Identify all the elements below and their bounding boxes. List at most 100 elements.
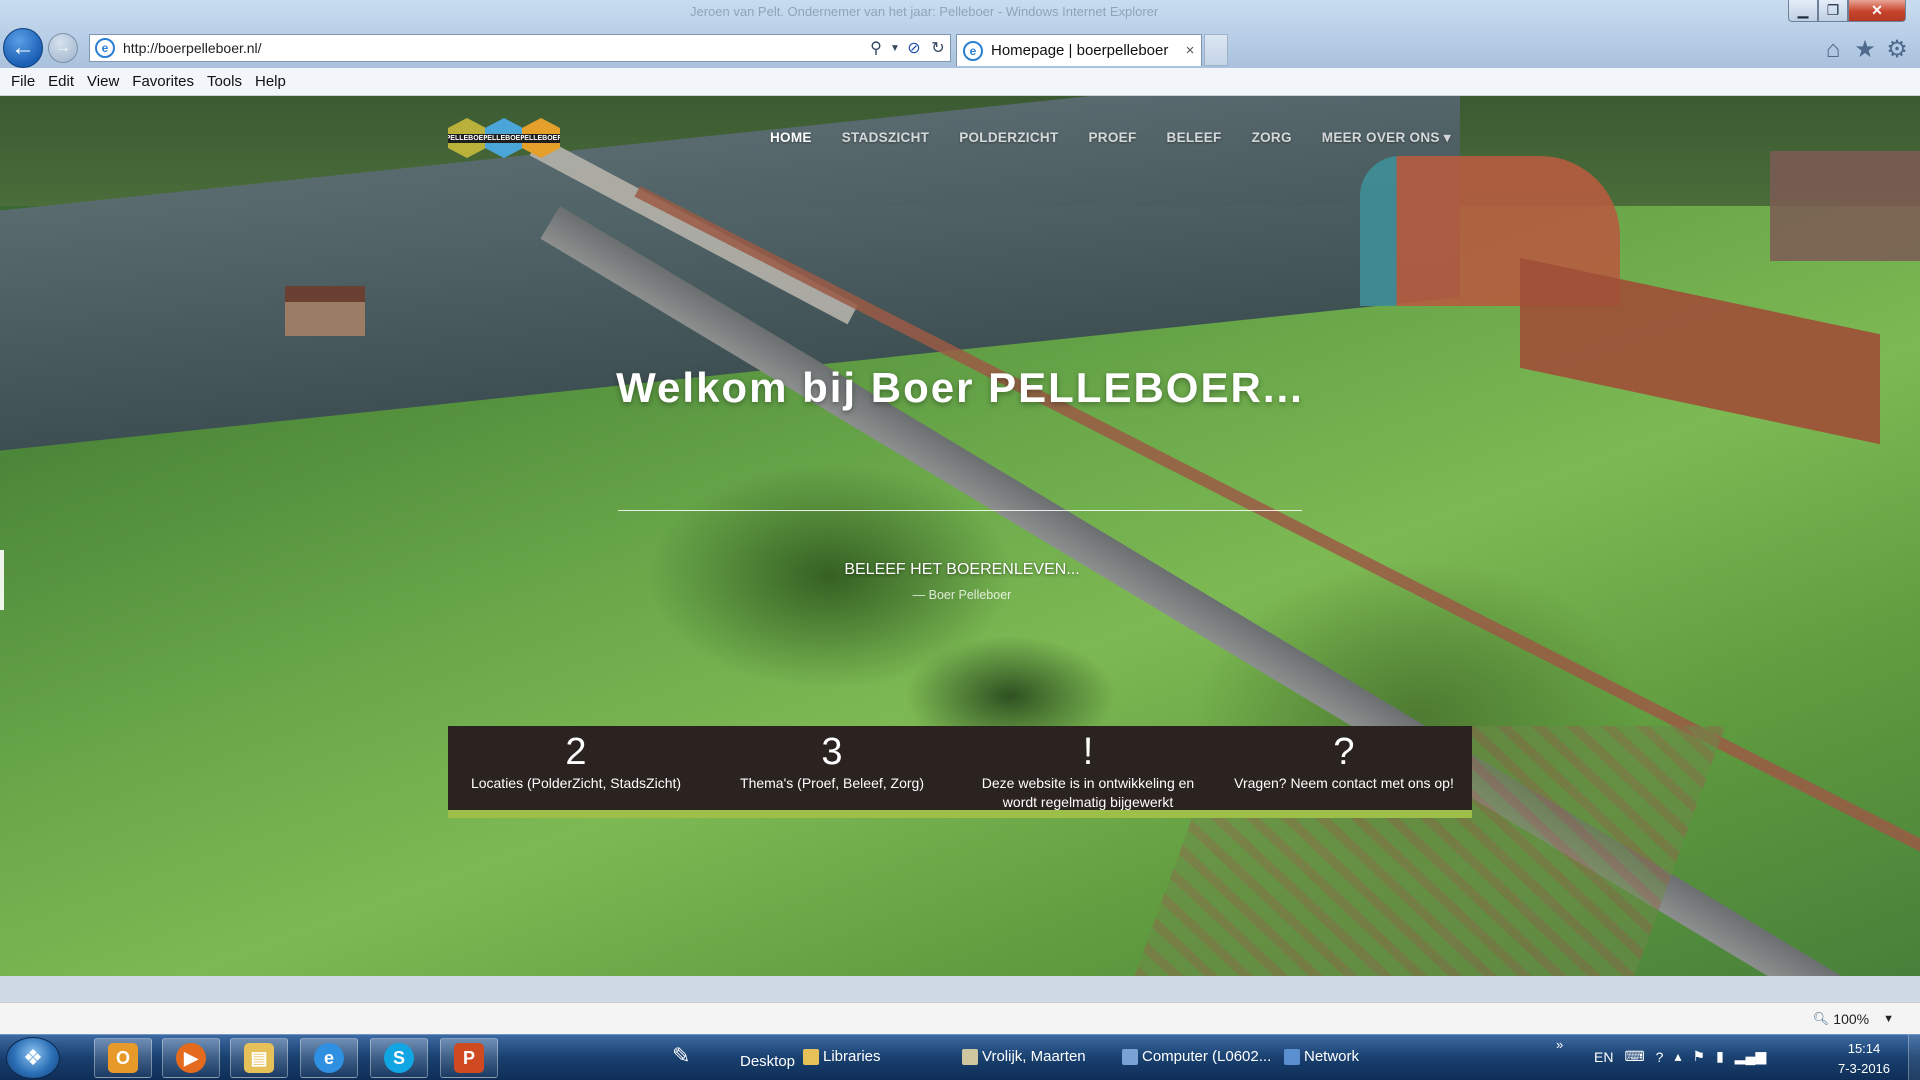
page-viewport: PELLEBOER PELLEBOER PELLEBOER HOME STADS…	[0, 96, 1920, 976]
show-desktop-button[interactable]	[1908, 1035, 1920, 1080]
chevron-down-icon[interactable]: ▼	[1883, 1013, 1894, 1025]
taskbar-outlook[interactable]: O	[94, 1038, 152, 1078]
hero-title-suffix: ...	[1262, 364, 1304, 411]
logo-text: PELLEBOER	[482, 133, 526, 143]
network-icon	[1284, 1048, 1300, 1065]
hero-quote: — Boer Pelleboer	[912, 588, 1012, 602]
tab-title: Homepage | boerpelleboer	[991, 42, 1169, 59]
power-icon[interactable]: ▮	[1716, 1048, 1724, 1065]
libraries-icon	[803, 1048, 819, 1065]
toolbar-overflow-chevron[interactable]: »	[1556, 1037, 1563, 1052]
libraries-label: Libraries	[823, 1048, 881, 1065]
logo-text: PELLEBOER	[519, 133, 563, 143]
logo-hex-1: PELLEBOER	[448, 118, 486, 158]
system-clock[interactable]: 15:14 7-3-2016	[1824, 1039, 1904, 1079]
menu-bar: File Edit View Favorites Tools Help	[0, 68, 1920, 96]
back-button[interactable]: ←	[3, 28, 43, 68]
nav-stadszicht[interactable]: STADSZICHT	[842, 130, 930, 146]
toolbar-libraries[interactable]: Libraries	[803, 1048, 881, 1065]
star-icon[interactable]: ★	[1851, 36, 1879, 64]
forward-button[interactable]: →	[48, 33, 78, 63]
site-nav: HOME STADSZICHT POLDERZICHT PROEF BELEEF…	[770, 130, 1481, 146]
search-icon[interactable]: ⚲	[864, 38, 888, 58]
home-icon[interactable]: ⌂	[1819, 36, 1847, 64]
hero-subtitle: BELEEF HET BOERENLEVEN...	[844, 561, 1080, 578]
dropdown-arrow-icon[interactable]: ▼	[888, 43, 902, 54]
tab-close-button[interactable]: ×	[1179, 42, 1201, 59]
toolbar-user-folder[interactable]: Vrolijk, Maarten	[962, 1048, 1086, 1065]
menu-edit[interactable]: Edit	[48, 73, 74, 90]
desktop-label: Desktop	[740, 1053, 796, 1070]
menu-favorites[interactable]: Favorites	[132, 73, 194, 90]
clock-time: 15:14	[1847, 1041, 1881, 1056]
language-indicator[interactable]: EN	[1594, 1049, 1613, 1065]
farmhouse	[285, 286, 365, 336]
media-player-icon: ▶	[176, 1043, 206, 1073]
maximize-icon: ❐	[1826, 2, 1840, 18]
computer-label: Computer (L0602...	[1142, 1048, 1272, 1065]
stat-locaties: 2 Locaties (PolderZicht, StadsZicht)	[448, 726, 704, 810]
close-window-button[interactable]: ✕	[1848, 0, 1906, 22]
taskbar-media-player[interactable]: ▶	[162, 1038, 220, 1078]
stat-number: 3	[821, 731, 843, 773]
system-tray: EN ⌨ ? ▴ ⚑ ▮ ▂▄▆	[1594, 1048, 1777, 1065]
nav-beleef[interactable]: BELEEF	[1167, 130, 1222, 146]
clock-date: 7-3-2016	[1837, 1061, 1891, 1076]
slider-handle[interactable]	[0, 550, 4, 610]
tab-homepage[interactable]: e Homepage | boerpelleboer ×	[956, 34, 1202, 66]
minimize-button[interactable]: ▁	[1788, 0, 1818, 22]
taskbar-skype[interactable]: S	[370, 1038, 428, 1078]
hero-title: Welkom bij Boer PELLEBOER...	[615, 364, 1305, 412]
menu-file[interactable]: File	[11, 73, 35, 90]
hero-divider	[618, 510, 1302, 511]
start-button[interactable]: ❖	[6, 1037, 60, 1079]
stat-ontwikkeling: ! Deze website is in ontwikkeling en wor…	[960, 726, 1216, 810]
logo-hex-2: PELLEBOER	[485, 118, 523, 158]
address-url[interactable]: http://boerpelleboer.nl/	[123, 40, 864, 56]
hero-title-prefix: Welkom bij Boer	[616, 364, 989, 411]
zoom-control[interactable]: 🔍︎ 100% ▼	[1813, 1011, 1894, 1027]
site-logo[interactable]: PELLEBOER PELLEBOER PELLEBOER	[448, 118, 560, 158]
brick-building	[1520, 257, 1880, 445]
window-title: Jeroen van Pelt. Ondernemer van het jaar…	[690, 4, 1159, 19]
stat-themas: 3 Thema's (Proef, Beleef, Zorg)	[704, 726, 960, 810]
browser-title-bar: Jeroen van Pelt. Ondernemer van het jaar…	[0, 0, 1920, 68]
keyboard-icon[interactable]: ⌨	[1624, 1048, 1644, 1065]
address-bar[interactable]: e http://boerpelleboer.nl/ ⚲ ▼ ⊘ ↻	[89, 34, 951, 62]
toolbar-desktop[interactable]: Desktop	[740, 1053, 795, 1070]
gear-icon[interactable]: ⚙	[1883, 36, 1911, 64]
menu-view[interactable]: View	[87, 73, 119, 90]
taskbar-internet-explorer[interactable]: e	[300, 1038, 358, 1078]
nav-proef[interactable]: PROEF	[1089, 130, 1137, 146]
stat-label: Vragen? Neem contact met ons op!	[1234, 775, 1454, 791]
toolbar-network[interactable]: Network	[1284, 1048, 1359, 1065]
maximize-button[interactable]: ❐	[1818, 0, 1848, 22]
stop-icon[interactable]: ⊘	[902, 38, 926, 58]
menu-help[interactable]: Help	[255, 73, 286, 90]
nav-zorg[interactable]: ZORG	[1252, 130, 1292, 146]
user-label: Vrolijk, Maarten	[982, 1048, 1086, 1065]
user-folder-icon	[962, 1048, 978, 1065]
stat-vragen[interactable]: ? Vragen? Neem contact met ons op!	[1216, 726, 1472, 810]
stat-number: ?	[1333, 731, 1355, 773]
flag-icon[interactable]: ⚑	[1693, 1048, 1706, 1065]
nav-polderzicht[interactable]: POLDERZICHT	[959, 130, 1058, 146]
office-building	[1770, 151, 1920, 261]
toolbar-computer[interactable]: Computer (L0602...	[1122, 1048, 1271, 1065]
refresh-icon[interactable]: ↻	[926, 38, 950, 58]
ie-tab-icon: e	[963, 40, 983, 61]
pen-tool-icon[interactable]: ✎	[672, 1043, 702, 1073]
help-icon[interactable]: ?	[1656, 1049, 1664, 1065]
taskbar-powerpoint[interactable]: P	[440, 1038, 498, 1078]
browser-status-bar: 🔍︎ 100% ▼	[0, 1002, 1920, 1034]
notification-arrow-icon[interactable]: ▴	[1674, 1048, 1681, 1065]
taskbar-file-explorer[interactable]: ▤	[230, 1038, 288, 1078]
computer-icon	[1122, 1048, 1138, 1065]
new-tab-button[interactable]	[1204, 34, 1228, 66]
nav-meer-over-ons[interactable]: MEER OVER ONS ▾	[1322, 130, 1451, 146]
signal-icon[interactable]: ▂▄▆	[1735, 1048, 1766, 1065]
menu-tools[interactable]: Tools	[207, 73, 242, 90]
nav-home[interactable]: HOME	[770, 130, 812, 146]
internet-explorer-icon: e	[314, 1043, 344, 1073]
logo-hex-3: PELLEBOER	[522, 118, 560, 158]
